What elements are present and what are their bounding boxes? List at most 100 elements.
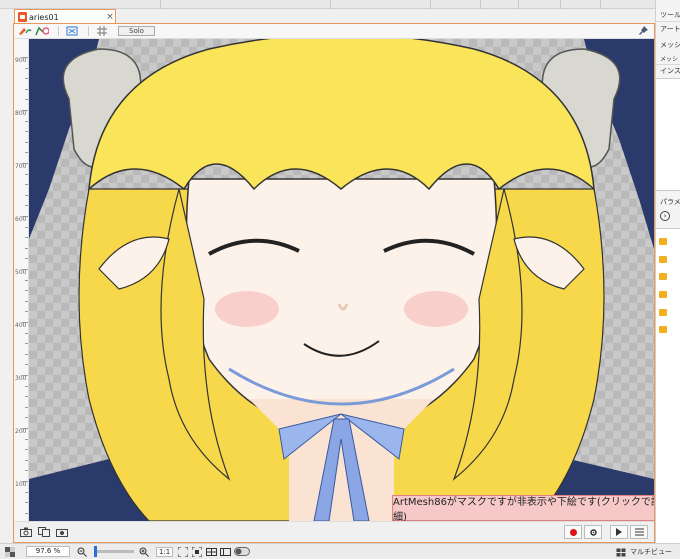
inspector-tab[interactable]: インス — [656, 66, 680, 78]
copy-icon[interactable] — [36, 526, 51, 539]
folder-icon[interactable] — [659, 273, 667, 280]
document-tab[interactable]: aries01 × — [14, 9, 116, 24]
mesh-edit-icon[interactable] — [35, 26, 49, 37]
right-side-panel: ツール アートメ メッシュ メッシ インス パラメ › — [655, 0, 680, 543]
ruler-tick — [22, 216, 28, 217]
zoom-out-icon[interactable] — [76, 546, 88, 557]
folder-icon[interactable] — [659, 326, 667, 333]
pin-icon[interactable] — [639, 26, 648, 38]
ruler-label: 300 — [15, 375, 27, 382]
toggle-icon[interactable] — [233, 546, 251, 557]
viewport-icon[interactable] — [205, 546, 217, 557]
ruler-tick — [25, 512, 28, 514]
settings-button[interactable] — [584, 525, 602, 539]
ruler-tick — [25, 438, 28, 440]
mesh-label: メッシュ — [660, 41, 680, 49]
ruler-tick — [22, 481, 28, 482]
zoom-in-icon[interactable] — [138, 546, 150, 557]
record-icon — [569, 528, 577, 536]
inspector-body — [656, 78, 680, 191]
ruler-label: 700 — [15, 163, 27, 170]
ruler-tick — [25, 237, 28, 239]
live2d-editor-window: aries01 × Solo 900 800 700 600 500 400 300 20 — [0, 0, 680, 559]
one-to-one-button[interactable]: 1:1 — [156, 546, 174, 557]
list-button[interactable] — [630, 525, 648, 539]
parameter-tab[interactable]: パラメ — [656, 197, 680, 209]
record-button[interactable] — [564, 525, 582, 539]
ruler-tick — [25, 88, 28, 90]
ruler-tick — [25, 417, 28, 419]
ruler-tick — [25, 449, 28, 451]
ruler-tick — [25, 343, 28, 345]
ruler-tick — [25, 364, 28, 366]
ruler-tick — [25, 173, 28, 175]
ruler-label: 100 — [15, 481, 27, 488]
warning-bar[interactable]: ArtMesh86がマスクですが非表示や下絵です(クリックで詳細) — [392, 495, 654, 521]
view-bottom-toolbar — [14, 521, 654, 542]
ruler-tick — [22, 428, 28, 429]
multiview-toggle[interactable]: マルチビュー — [616, 547, 672, 557]
ruler-label: 200 — [15, 428, 27, 435]
vertical-ruler: 900 800 700 600 500 400 300 200 100 — [14, 39, 29, 525]
checker-icon[interactable] — [4, 546, 16, 557]
ruler-tick — [25, 131, 28, 133]
folder-icon[interactable] — [659, 238, 667, 245]
document-icon — [18, 12, 27, 22]
toolbar-separator — [88, 26, 89, 36]
ruler-tick — [25, 332, 28, 334]
ruler-tick — [25, 300, 28, 302]
multiview-label: マルチビュー — [630, 548, 672, 556]
ruler-tick — [25, 205, 28, 207]
brush-icon[interactable] — [18, 26, 32, 37]
zoom-slider[interactable] — [94, 546, 134, 557]
ruler-tick — [25, 502, 28, 504]
fit-view-icon[interactable] — [177, 546, 189, 557]
screenshot-icon[interactable] — [54, 526, 69, 539]
ruler-tick — [25, 99, 28, 101]
ruler-tick — [25, 353, 28, 355]
ruler-tick — [25, 247, 28, 249]
ruler-tick — [25, 78, 28, 80]
play-button[interactable] — [610, 525, 628, 539]
ruler-tick — [22, 322, 28, 323]
ruler-tick — [22, 269, 28, 270]
view-panel: Solo 900 800 700 600 500 400 300 200 100 — [13, 23, 655, 543]
play-icon — [616, 528, 622, 536]
ruler-tick — [22, 375, 28, 376]
character-artwork — [29, 39, 654, 521]
solo-button[interactable]: Solo — [118, 26, 155, 36]
canvas[interactable]: ArtMesh86がマスクですが非表示や下絵です(クリックで詳細) — [29, 39, 654, 521]
ruler-tick — [25, 290, 28, 292]
close-icon[interactable]: × — [105, 12, 115, 22]
parameter-menu-icon[interactable]: › — [660, 211, 670, 221]
list-icon — [634, 528, 644, 536]
warning-text: ArtMesh86がマスクですが非表示や下絵です(クリックで詳細) — [393, 497, 654, 521]
folder-icon[interactable] — [659, 291, 667, 298]
ruler-tick — [25, 258, 28, 260]
camera-icon[interactable] — [18, 526, 33, 539]
ruler-tick — [25, 385, 28, 387]
ruler-tick — [25, 470, 28, 472]
ruler-tick — [25, 491, 28, 493]
ruler-tick — [22, 57, 28, 58]
ruler-label: 900 — [15, 57, 27, 64]
folder-icon[interactable] — [659, 309, 667, 316]
ruler-tick — [25, 396, 28, 398]
ruler-tick — [22, 110, 28, 111]
zoom-input[interactable]: 97.6 % — [26, 546, 70, 557]
ruler-tick — [25, 194, 28, 196]
fit-width-icon[interactable] — [191, 546, 203, 557]
fit-icon[interactable] — [65, 26, 79, 37]
top-strip — [0, 0, 655, 9]
ruler-tick — [25, 184, 28, 186]
ruler-tick — [25, 226, 28, 228]
grid-icon[interactable] — [95, 26, 109, 37]
gear-icon — [589, 528, 597, 536]
ruler-tick — [25, 141, 28, 143]
ruler-label: 600 — [15, 216, 27, 223]
ruler-tick — [25, 279, 28, 281]
layout-icon[interactable] — [219, 546, 231, 557]
zoom-slider-thumb[interactable] — [94, 546, 97, 557]
ruler-tick — [22, 163, 28, 164]
folder-icon[interactable] — [659, 256, 667, 263]
